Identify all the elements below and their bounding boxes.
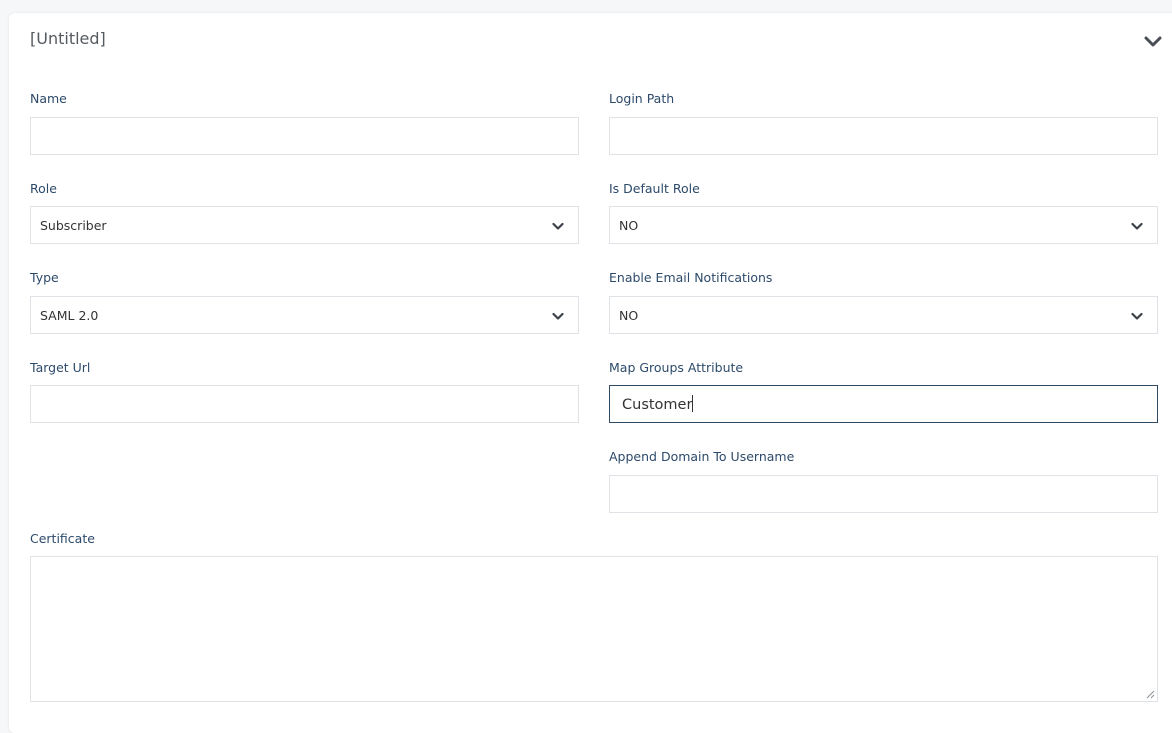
is-default-role-select[interactable]: NO	[609, 206, 1158, 244]
map-groups-attribute-label: Map Groups Attribute	[609, 360, 744, 375]
chevron-down-icon	[552, 222, 564, 230]
chevron-down-icon[interactable]	[1143, 33, 1163, 51]
chevron-down-icon	[1131, 222, 1143, 230]
type-select[interactable]: SAML 2.0	[30, 296, 579, 334]
is-default-role-label: Is Default Role	[609, 181, 700, 196]
enable-email-notifications-select[interactable]: NO	[609, 296, 1158, 334]
map-groups-attribute-value: Customer	[622, 397, 693, 413]
name-field[interactable]	[30, 117, 579, 155]
login-path-label: Login Path	[609, 91, 675, 106]
map-groups-attribute-field[interactable]: Customer	[609, 385, 1158, 423]
append-domain-field[interactable]	[609, 475, 1158, 513]
enable-email-notifications-label: Enable Email Notifications	[609, 270, 773, 285]
resize-grip-icon[interactable]	[1146, 690, 1155, 699]
target-url-input[interactable]	[31, 386, 578, 422]
type-select-value: SAML 2.0	[40, 308, 99, 323]
append-domain-label: Append Domain To Username	[609, 449, 795, 464]
text-cursor	[692, 395, 694, 412]
is-default-role-value: NO	[619, 218, 639, 233]
name-label: Name	[30, 91, 67, 106]
type-label: Type	[30, 270, 59, 285]
target-url-field[interactable]	[30, 385, 579, 423]
chevron-down-icon	[1131, 312, 1143, 320]
role-label: Role	[30, 181, 57, 196]
certificate-textarea[interactable]	[30, 556, 1158, 702]
append-domain-input[interactable]	[610, 476, 1157, 512]
login-path-input[interactable]	[610, 118, 1157, 154]
name-input[interactable]	[31, 118, 578, 154]
role-select-value: Subscriber	[40, 218, 107, 233]
login-path-field[interactable]	[609, 117, 1158, 155]
panel-title: [Untitled]	[30, 29, 106, 48]
enable-email-notifications-value: NO	[619, 308, 639, 323]
target-url-label: Target Url	[30, 360, 91, 375]
certificate-label: Certificate	[30, 531, 95, 546]
role-select[interactable]: Subscriber	[30, 206, 579, 244]
chevron-down-icon	[552, 312, 564, 320]
